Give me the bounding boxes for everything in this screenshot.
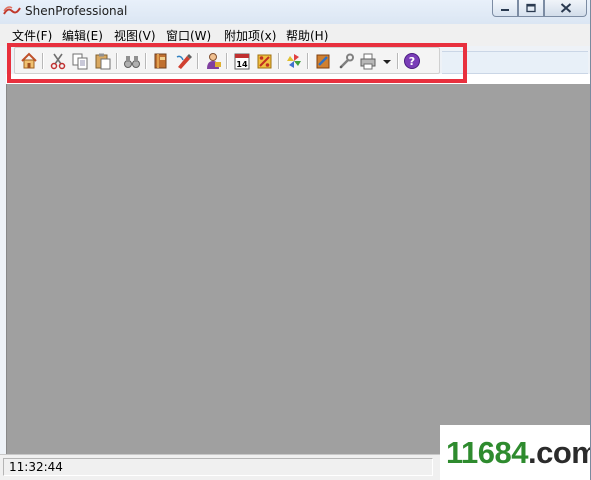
window-title: ShenProfessional: [25, 4, 128, 18]
menu-addons[interactable]: 附加项(x): [224, 27, 276, 44]
watermark-part2: .com: [528, 435, 590, 470]
toolbar-highlight-box: [7, 43, 467, 83]
minimize-icon: [501, 9, 509, 11]
mdi-workspace[interactable]: [6, 84, 590, 454]
app-logo-icon: [3, 6, 21, 15]
menu-view[interactable]: 视图(V): [114, 27, 156, 44]
title-bar[interactable]: ShenProfessional: [0, 0, 590, 24]
minimize-button[interactable]: [492, 0, 518, 17]
status-panel: 11:32:44: [3, 458, 433, 476]
close-button[interactable]: [544, 0, 587, 17]
menu-edit[interactable]: 编辑(E): [62, 27, 103, 44]
menu-file[interactable]: 文件(F): [12, 27, 52, 44]
watermark-text: 11684.com: [446, 435, 590, 471]
maximize-button[interactable]: [518, 0, 544, 17]
watermark: 11684.com: [440, 425, 590, 480]
status-time: 11:32:44: [9, 460, 63, 474]
menu-help[interactable]: 帮助(H): [286, 27, 328, 44]
watermark-part1: 11684: [446, 435, 529, 470]
app-window: ShenProfessional 文件(F) 编辑(E) 视图(V) 窗口(W)…: [0, 0, 591, 480]
window-controls: [492, 0, 587, 17]
menu-window[interactable]: 窗口(W): [166, 27, 211, 44]
maximize-icon: [526, 3, 536, 13]
close-icon: [560, 3, 571, 13]
